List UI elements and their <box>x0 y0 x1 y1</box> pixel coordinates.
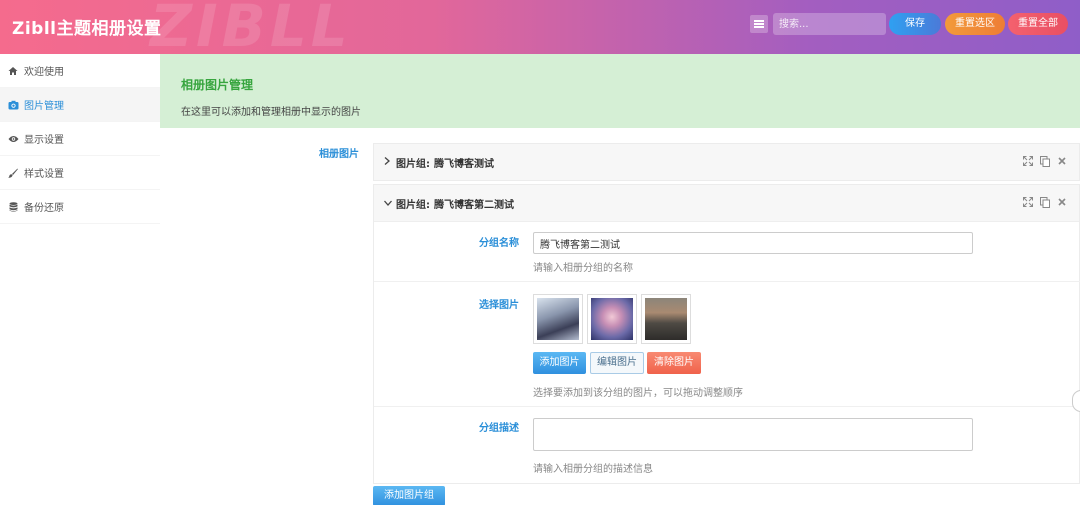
camera-icon <box>7 99 19 111</box>
images-label: 选择图片 <box>479 300 519 311</box>
description-textarea[interactable] <box>533 418 973 451</box>
description-label: 分组描述 <box>479 423 519 434</box>
eye-icon <box>7 133 19 145</box>
sidebar-item-label: 显示设置 <box>24 135 64 146</box>
save-button[interactable]: 保存 <box>889 13 941 35</box>
group-name: 腾飞博客第二测试 <box>434 199 514 211</box>
sidebar-item-style[interactable]: 样式设置 <box>0 156 160 190</box>
app-header: ZIBLL Zibll主题相册设置 保存 重置选区 重置全部 <box>0 0 1080 54</box>
close-icon[interactable] <box>1057 155 1067 167</box>
group-name: 腾飞博客测试 <box>434 158 494 170</box>
menu-toggle-icon[interactable] <box>750 15 768 33</box>
brush-icon <box>7 167 19 179</box>
group-header-2[interactable]: 图片组: 腾飞博客第二测试 <box>374 185 1079 221</box>
description-row: 分组描述 请输入相册分组的描述信息 <box>374 407 1080 484</box>
add-image-button[interactable]: 添加图片 <box>533 352 586 374</box>
sidebar-item-label: 欢迎使用 <box>24 67 64 78</box>
group-name-row: 分组名称 请输入相册分组的名称 <box>374 222 1080 282</box>
group-body: 分组名称 请输入相册分组的名称 选择图片 添加图片 编辑图片 清除图片 选择要添… <box>374 221 1080 484</box>
group-header-1[interactable]: 图片组: 腾飞博客测试 <box>374 144 1079 180</box>
section-header: 相册图片管理 在这里可以添加和管理相册中显示的图片 <box>160 54 1080 128</box>
group-name-input[interactable] <box>533 232 973 254</box>
section-description: 在这里可以添加和管理相册中显示的图片 <box>181 107 361 118</box>
image-thumbnail[interactable] <box>587 294 637 344</box>
database-icon <box>7 201 19 213</box>
expand-icon[interactable] <box>1023 196 1033 208</box>
sidebar: 欢迎使用 图片管理 显示设置 样式设置 备份还原 <box>0 54 160 505</box>
add-group-button[interactable]: 添加图片组 <box>373 486 445 505</box>
sidebar-item-label: 备份还原 <box>24 203 64 214</box>
chevron-right-icon <box>384 156 394 168</box>
group-prefix: 图片组: <box>396 199 430 211</box>
images-row: 选择图片 添加图片 编辑图片 清除图片 选择要添加到该分组的图片，可以拖动调整顺… <box>374 282 1080 407</box>
home-icon <box>7 65 19 77</box>
close-icon[interactable] <box>1057 196 1067 208</box>
section-title: 相册图片管理 <box>181 78 254 92</box>
clear-image-button[interactable]: 清除图片 <box>647 352 701 374</box>
chevron-down-icon <box>384 198 394 209</box>
header-watermark: ZIBLL <box>150 0 352 54</box>
reset-all-button[interactable]: 重置全部 <box>1008 13 1068 35</box>
edit-image-button[interactable]: 编辑图片 <box>590 352 644 374</box>
sidebar-item-welcome[interactable]: 欢迎使用 <box>0 54 160 88</box>
reset-section-button[interactable]: 重置选区 <box>945 13 1005 35</box>
images-help: 选择要添加到该分组的图片，可以拖动调整顺序 <box>533 388 743 399</box>
scroll-handle[interactable] <box>1072 390 1080 412</box>
sidebar-item-images[interactable]: 图片管理 <box>0 88 160 122</box>
album-images-label: 相册图片 <box>319 149 359 160</box>
sidebar-item-display[interactable]: 显示设置 <box>0 122 160 156</box>
expand-icon[interactable] <box>1023 155 1033 167</box>
group-name-label: 分组名称 <box>479 238 519 249</box>
group-prefix: 图片组: <box>396 158 430 170</box>
copy-icon[interactable] <box>1040 196 1050 208</box>
sidebar-item-label: 图片管理 <box>24 101 64 112</box>
copy-icon[interactable] <box>1040 155 1050 167</box>
description-help: 请输入相册分组的描述信息 <box>533 464 653 475</box>
search-input[interactable] <box>773 13 886 35</box>
image-thumbnail[interactable] <box>641 294 691 344</box>
app-title: Zibll主题相册设置 <box>12 19 162 39</box>
image-thumbnail[interactable] <box>533 294 583 344</box>
image-group-2: 图片组: 腾飞博客第二测试 分组名称 请输入相册分组的名称 <box>373 184 1080 484</box>
group-name-help: 请输入相册分组的名称 <box>533 263 633 274</box>
main-content: 相册图片管理 在这里可以添加和管理相册中显示的图片 相册图片 图片组: 腾飞博客… <box>160 54 1080 505</box>
image-group-1: 图片组: 腾飞博客测试 <box>373 143 1080 181</box>
sidebar-item-label: 样式设置 <box>24 169 64 180</box>
sidebar-item-backup[interactable]: 备份还原 <box>0 190 160 224</box>
